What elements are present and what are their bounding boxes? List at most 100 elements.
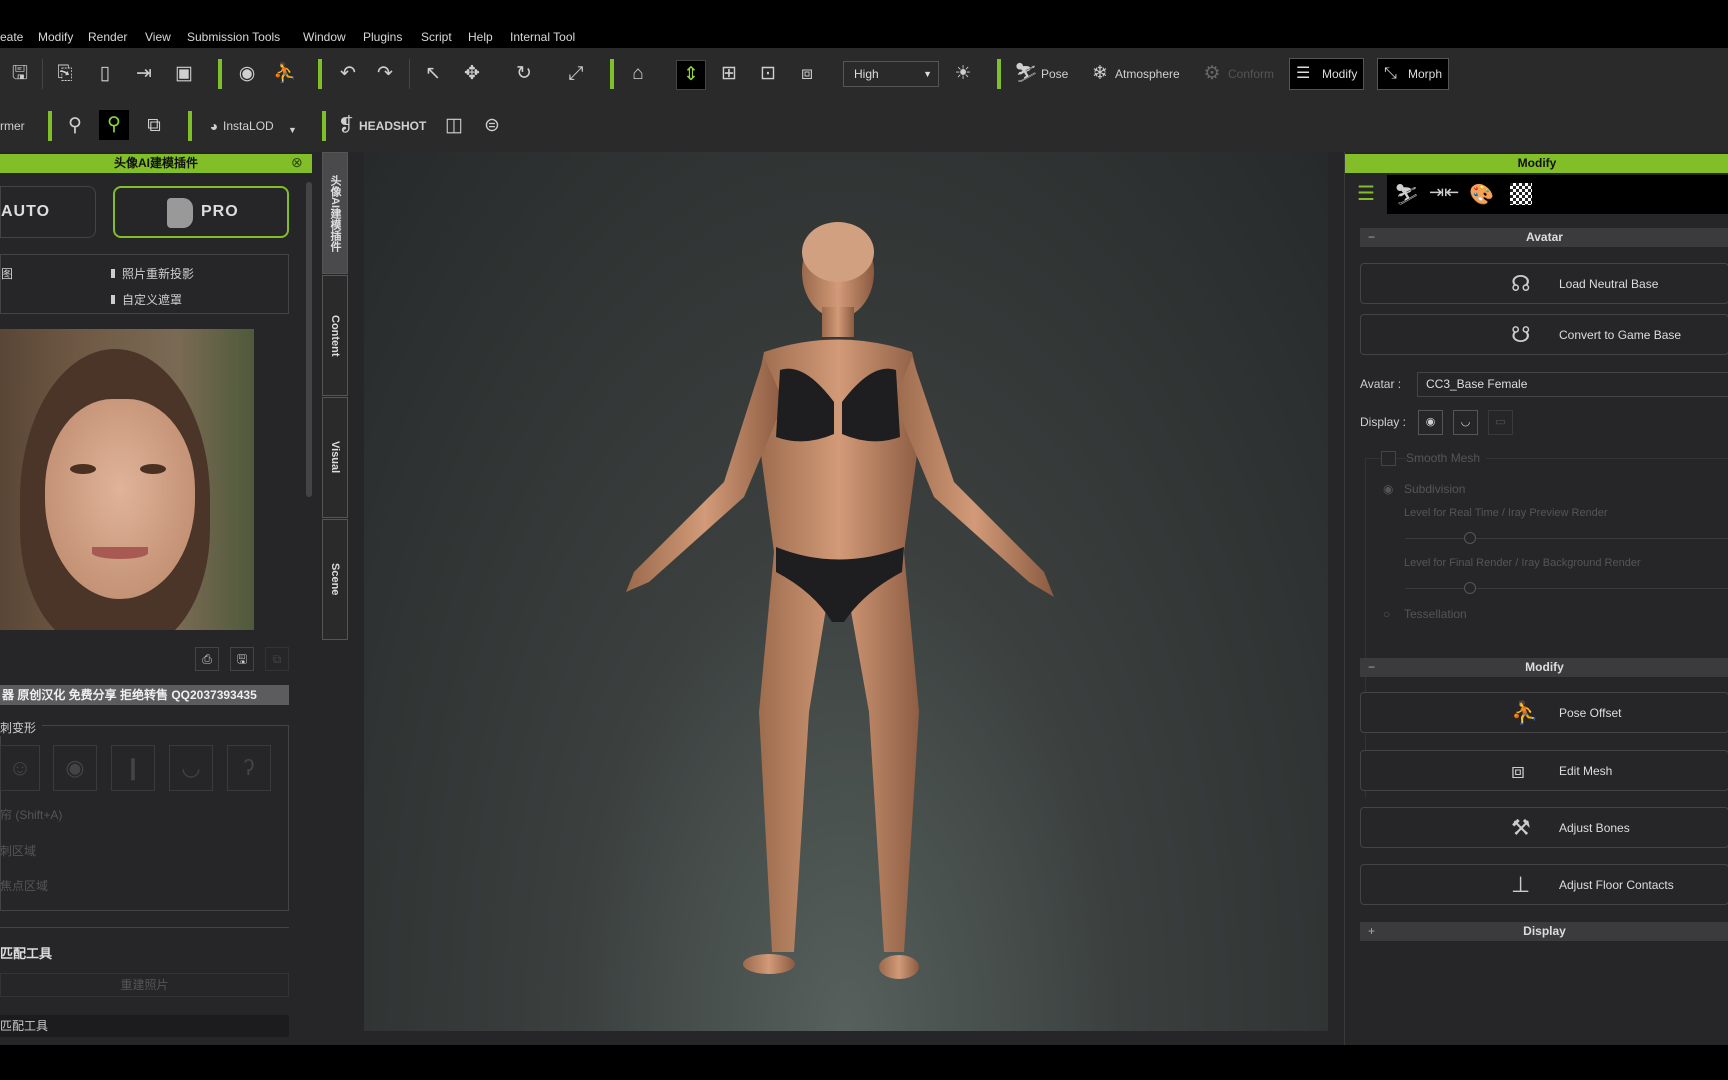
disabled-item[interactable]: 焦点区域 — [0, 877, 48, 894]
chevron-down-icon[interactable]: ▼ — [288, 118, 297, 142]
nose-region-icon[interactable]: ❙ — [111, 745, 155, 791]
redo-icon[interactable]: ↷ — [373, 62, 397, 86]
tab-visual[interactable]: Visual — [322, 397, 348, 518]
export-icon[interactable]: ▯ — [93, 62, 117, 86]
level-final-label: Level for Final Render / Iray Background… — [1404, 557, 1641, 569]
headshot-button[interactable]: HEADSHOT — [359, 114, 426, 138]
fit-view-icon[interactable]: ⇕ — [676, 60, 706, 90]
motion-icon[interactable]: ⛹ — [273, 62, 297, 86]
import-avatar-icon[interactable]: ⎘ — [53, 62, 77, 86]
expand-icon: + — [1368, 924, 1376, 938]
divider — [188, 111, 192, 141]
ear-region-icon[interactable]: ʔ — [227, 745, 271, 791]
adjust-floor-contacts-button[interactable]: ⊥ Adjust Floor Contacts — [1360, 864, 1728, 905]
load-image-icon[interactable]: ⎙ — [195, 647, 219, 671]
smooth-mesh-checkbox[interactable] — [1381, 451, 1396, 466]
scrollbar[interactable] — [306, 182, 312, 497]
pose-button[interactable]: Pose — [1041, 62, 1068, 86]
menu-help[interactable]: Help — [468, 30, 493, 44]
conform-button[interactable]: Conform — [1228, 62, 1274, 86]
menu-script[interactable]: Script — [421, 30, 452, 44]
ik-icon[interactable]: ⚲ — [63, 114, 87, 138]
instalod-button[interactable]: InstaLOD — [223, 114, 274, 138]
orbit-icon[interactable]: ⊡ — [756, 62, 780, 86]
modify-button[interactable]: ☰ Modify — [1289, 58, 1365, 90]
home-icon[interactable]: ⌂ — [626, 62, 650, 86]
tab-content[interactable]: Content — [322, 275, 348, 396]
close-icon[interactable]: ⊗ — [291, 154, 303, 171]
subdivision-radio[interactable]: ◉ — [1383, 482, 1393, 496]
adjust-bones-button[interactable]: ⚒ Adjust Bones — [1360, 807, 1728, 848]
menu-submission-tools[interactable]: Submission Tools — [187, 30, 280, 44]
tessellation-radio[interactable]: ○ — [1383, 607, 1390, 621]
headshot-tool-icon[interactable]: ◫ — [442, 114, 466, 138]
character-icon[interactable]: ◉ — [235, 62, 259, 86]
convert-game-base-button[interactable]: ☋ Convert to Game Base — [1360, 314, 1728, 355]
disabled-item[interactable]: 刺区域 — [0, 842, 36, 859]
menu-modify[interactable]: Modify — [38, 30, 73, 44]
copy-icon[interactable]: ⧉ — [265, 647, 289, 671]
save-icon[interactable]: 🖫 — [8, 62, 32, 86]
tab-material-icon[interactable]: 🎨 — [1469, 182, 1494, 207]
menu-create[interactable]: eate — [0, 30, 23, 44]
3d-viewport[interactable] — [364, 152, 1328, 1031]
menu-window[interactable]: Window — [303, 30, 346, 44]
atmosphere-icon[interactable]: ❄ — [1088, 62, 1112, 86]
pose-icon[interactable]: ⛷ — [1014, 62, 1038, 86]
auto-button[interactable]: AUTO — [0, 186, 96, 238]
level-realtime-label: Level for Real Time / Iray Preview Rende… — [1404, 507, 1608, 519]
atmosphere-button[interactable]: Atmosphere — [1115, 62, 1180, 86]
display-section-header[interactable]: + Display — [1360, 922, 1728, 941]
eye-icon[interactable]: ◉ — [1418, 410, 1443, 435]
modify-section-header[interactable]: − Modify — [1360, 658, 1728, 677]
scale-icon[interactable]: ⤢ — [564, 62, 588, 86]
render-preview-icon[interactable]: ▣ — [172, 62, 196, 86]
tab-scene[interactable]: Scene — [322, 519, 348, 640]
disabled-item[interactable]: 帘 (Shift+A) — [0, 806, 62, 823]
match-tool-item[interactable]: 匹配工具 — [0, 1015, 289, 1037]
save-icon[interactable]: 🖫 — [230, 647, 254, 671]
mouth-icon[interactable]: ◡ — [1453, 410, 1478, 435]
frame-icon[interactable]: ⧈ — [795, 62, 819, 86]
head-mesh-icon[interactable]: ⊜ — [480, 114, 504, 138]
light-icon[interactable]: ☀ — [951, 62, 975, 86]
option-custom-mask[interactable]: 自定义遮罩 — [111, 291, 182, 308]
teeth-icon[interactable]: ▭ — [1488, 410, 1513, 435]
slider-final[interactable] — [1405, 582, 1728, 594]
menu-plugins[interactable]: Plugins — [363, 30, 402, 44]
menu-view[interactable]: View — [145, 30, 171, 44]
head-region-icon[interactable]: ☺ — [0, 745, 40, 791]
active-tool-icon[interactable]: ⚲ — [99, 110, 129, 140]
tab-motion-icon[interactable]: ⛷ — [1394, 182, 1419, 207]
mouth-region-icon[interactable]: ◡ — [169, 745, 213, 791]
load-neutral-base-button[interactable]: ☊ Load Neutral Base — [1360, 263, 1728, 304]
send-to-icon[interactable]: ⇥ — [132, 62, 156, 86]
avatar-section-header[interactable]: − Avatar — [1360, 228, 1728, 247]
eye-region-icon[interactable]: ◉ — [53, 745, 97, 791]
transformer-label[interactable]: rmer — [0, 114, 25, 138]
select-icon[interactable]: ↖ — [421, 62, 445, 86]
tab-headshot-plugin[interactable]: 头像AI建模插件 — [322, 152, 348, 274]
tab-texture-icon[interactable] — [1510, 183, 1532, 205]
avatar-name-field[interactable]: CC3_Base Female — [1417, 372, 1728, 397]
tab-morph-icon[interactable]: ⇥⇤ — [1429, 182, 1459, 203]
pose-offset-button[interactable]: ⛹ Pose Offset — [1360, 692, 1728, 733]
menu-internal-tool[interactable]: Internal Tool — [510, 30, 575, 44]
undo-icon[interactable]: ↶ — [336, 62, 360, 86]
tab-attributes-icon[interactable]: ☰ — [1345, 175, 1387, 214]
cubes-icon[interactable]: ⧉ — [142, 114, 166, 138]
morph-button[interactable]: ⤡ Morph — [1377, 58, 1450, 90]
option-label[interactable]: 图 — [1, 265, 13, 282]
option-photo-reproject[interactable]: 照片重新投影 — [111, 265, 194, 282]
pan-icon[interactable]: ⊞ — [717, 62, 741, 86]
rebuild-photo-button[interactable]: 重建照片 — [0, 973, 289, 997]
slider-handle[interactable] — [1463, 532, 1476, 544]
slider-handle[interactable] — [1463, 582, 1476, 594]
slider-realtime[interactable] — [1405, 532, 1728, 544]
move-icon[interactable]: ✥ — [460, 62, 484, 86]
pro-button[interactable]: PRO — [113, 186, 289, 238]
quality-select[interactable]: High ▼ — [843, 61, 939, 87]
edit-mesh-button[interactable]: ⧈ Edit Mesh — [1360, 750, 1728, 791]
menu-render[interactable]: Render — [88, 30, 127, 44]
rotate-icon[interactable]: ↻ — [512, 62, 536, 86]
